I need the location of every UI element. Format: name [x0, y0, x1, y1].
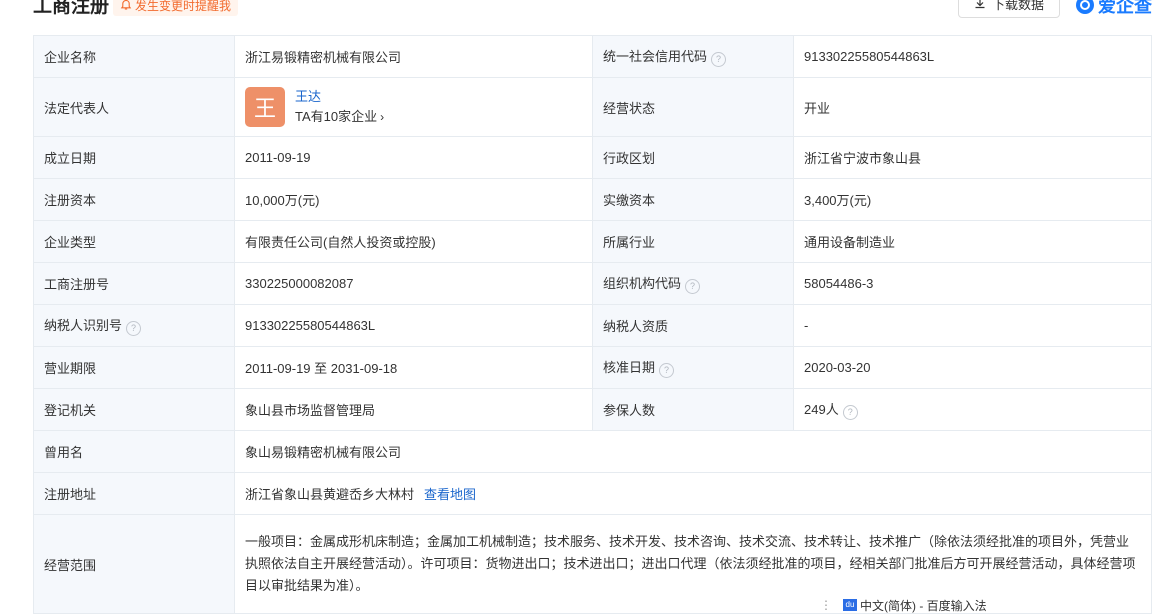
scope-label: 经营范围 — [33, 514, 235, 614]
approve-date-label-cell: 核准日期? — [592, 346, 794, 389]
authority-label: 登记机关 — [33, 388, 235, 431]
found-date-value: 2011-09-19 — [234, 136, 593, 179]
avatar[interactable]: 王 — [245, 87, 285, 127]
business-registration-table: 企业名称 浙江易锻精密机械有限公司 统一社会信用代码? 913302255805… — [33, 35, 1152, 614]
help-icon[interactable]: ? — [659, 363, 675, 378]
address-value: 浙江省象山县黄避岙乡大林村 — [245, 487, 415, 502]
taxpayer-qual-value: - — [793, 304, 1152, 347]
bell-icon — [120, 0, 132, 10]
reg-no-value: 330225000082087 — [234, 262, 593, 305]
legal-rep-companies-link[interactable]: TA有10家企业 › — [295, 107, 384, 127]
status-value: 开业 — [793, 77, 1152, 137]
table-row: 企业名称 浙江易锻精密机械有限公司 统一社会信用代码? 913302255805… — [33, 35, 1152, 78]
table-row: 注册资本 10,000万(元) 实缴资本 3,400万(元) — [33, 178, 1152, 221]
brand-logo: 爱企查 — [1076, 0, 1152, 18]
company-type-value: 有限责任公司(自然人投资或控股) — [234, 220, 593, 263]
table-row: 法定代表人 王 王达 TA有10家企业 › 经营状态 开业 — [33, 77, 1152, 137]
table-row: 企业类型 有限责任公司(自然人投资或控股) 所属行业 通用设备制造业 — [33, 220, 1152, 263]
reg-no-label: 工商注册号 — [33, 262, 235, 305]
baidu-ime-icon: du — [843, 599, 857, 611]
taxpayer-id-value: 91330225580544863L — [234, 304, 593, 347]
legal-rep-cell: 王 王达 TA有10家企业 › — [234, 77, 593, 137]
org-code-value: 58054486-3 — [793, 262, 1152, 305]
reg-capital-label: 注册资本 — [33, 178, 235, 221]
download-data-label: 下载数据 — [991, 0, 1044, 12]
region-label: 行政区划 — [592, 136, 794, 179]
org-code-label: 组织机构代码 — [603, 276, 682, 291]
taxpayer-id-label-cell: 纳税人识别号? — [33, 304, 235, 347]
table-row: 成立日期 2011-09-19 行政区划 浙江省宁波市象山县 — [33, 136, 1152, 179]
brand-name: 爱企查 — [1098, 0, 1152, 16]
industry-label: 所属行业 — [592, 220, 794, 263]
section-header: 工商注册 发生变更时提醒我 下载数据 爱企查 — [0, 0, 1155, 34]
legal-rep-companies-text: TA有10家企业 — [295, 109, 378, 124]
page-title: 工商注册 — [33, 0, 110, 17]
legal-rep-name-link[interactable]: 王达 — [295, 87, 384, 107]
taxpayer-id-label: 纳税人识别号 — [44, 318, 123, 333]
help-icon[interactable]: ? — [685, 279, 701, 294]
paid-capital-label: 实缴资本 — [592, 178, 794, 221]
reg-capital-value: 10,000万(元) — [234, 178, 593, 221]
help-icon[interactable]: ? — [711, 52, 727, 67]
insured-value-cell: 249人? — [793, 388, 1152, 431]
ime-status-bar[interactable]: ⋮ du 中文(简体) - 百度输入法 — [820, 597, 987, 613]
view-map-link[interactable]: 查看地图 — [424, 487, 476, 502]
help-icon[interactable]: ? — [842, 405, 858, 420]
table-row: 工商注册号 330225000082087 组织机构代码? 58054486-3 — [33, 262, 1152, 305]
change-remind-button[interactable]: 发生变更时提醒我 — [113, 0, 239, 16]
insured-value: 249人 — [804, 402, 839, 417]
company-name-value: 浙江易锻精密机械有限公司 — [234, 35, 593, 78]
table-row: 曾用名 象山易锻精密机械有限公司 — [33, 430, 1152, 473]
authority-value: 象山县市场监督管理局 — [234, 388, 593, 431]
address-cell: 浙江省象山县黄避岙乡大林村 查看地图 — [234, 472, 1152, 515]
biz-term-label: 营业期限 — [33, 346, 235, 389]
approve-date-label: 核准日期 — [603, 360, 656, 375]
paid-capital-value: 3,400万(元) — [793, 178, 1152, 221]
address-label: 注册地址 — [33, 472, 235, 515]
credit-code-label-cell: 统一社会信用代码? — [592, 35, 794, 78]
former-name-value: 象山易锻精密机械有限公司 — [234, 430, 1152, 473]
found-date-label: 成立日期 — [33, 136, 235, 179]
download-data-button[interactable]: 下载数据 — [958, 0, 1060, 18]
taxpayer-qual-label: 纳税人资质 — [592, 304, 794, 347]
change-remind-label: 发生变更时提醒我 — [135, 0, 232, 13]
brand-icon — [1076, 0, 1094, 14]
chevron-right-icon: › — [380, 110, 385, 124]
status-label: 经营状态 — [592, 77, 794, 137]
company-type-label: 企业类型 — [33, 220, 235, 263]
biz-term-value: 2011-09-19 至 2031-09-18 — [234, 346, 593, 389]
insured-label: 参保人数 — [592, 388, 794, 431]
download-icon — [975, 0, 985, 9]
former-name-label: 曾用名 — [33, 430, 235, 473]
credit-code-label: 统一社会信用代码 — [603, 49, 708, 64]
table-row: 登记机关 象山县市场监督管理局 参保人数 249人? — [33, 388, 1152, 431]
help-icon[interactable]: ? — [126, 321, 142, 336]
industry-value: 通用设备制造业 — [793, 220, 1152, 263]
approve-date-value: 2020-03-20 — [793, 346, 1152, 389]
org-code-label-cell: 组织机构代码? — [592, 262, 794, 305]
table-row: 营业期限 2011-09-19 至 2031-09-18 核准日期? 2020-… — [33, 346, 1152, 389]
legal-rep-label: 法定代表人 — [33, 77, 235, 137]
ime-label: 中文(简体) - 百度输入法 — [860, 598, 987, 613]
region-value: 浙江省宁波市象山县 — [793, 136, 1152, 179]
scope-value: 一般项目：金属成形机床制造；金属加工机械制造；技术服务、技术开发、技术咨询、技术… — [234, 514, 1152, 614]
credit-code-value: 91330225580544863L — [793, 35, 1152, 78]
table-row: 纳税人识别号? 91330225580544863L 纳税人资质 - — [33, 304, 1152, 347]
table-row: 注册地址 浙江省象山县黄避岙乡大林村 查看地图 — [33, 472, 1152, 515]
company-name-label: 企业名称 — [33, 35, 235, 78]
